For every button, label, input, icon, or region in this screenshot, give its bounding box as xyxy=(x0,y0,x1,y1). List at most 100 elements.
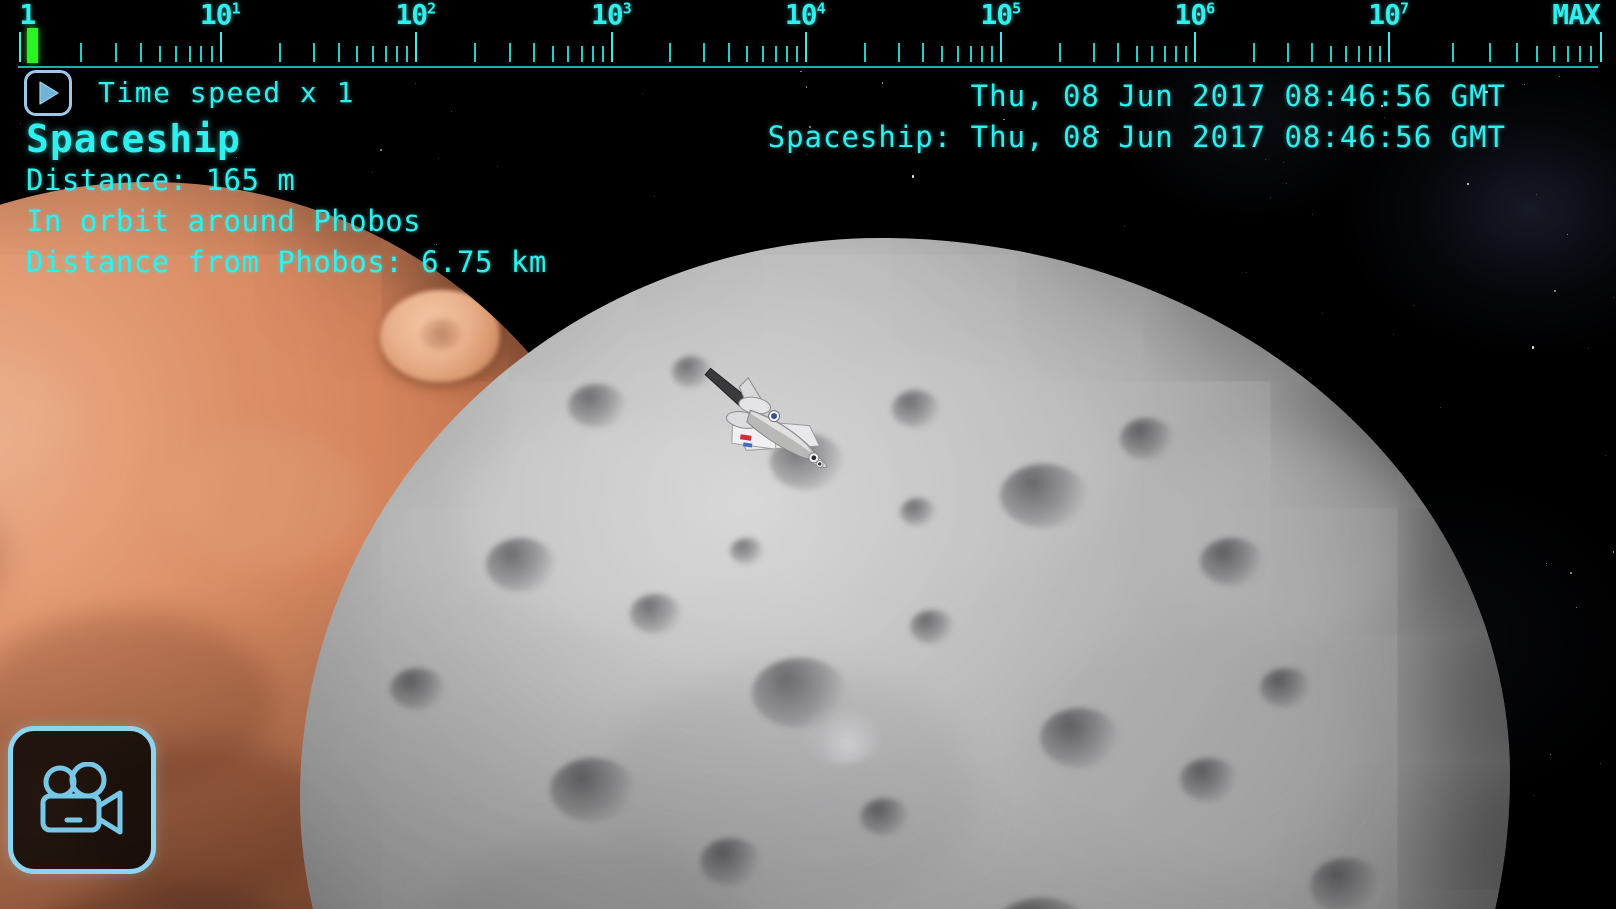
tick-minor xyxy=(1358,46,1361,62)
tick-minor xyxy=(79,43,82,62)
star xyxy=(1312,214,1314,216)
tick-minor xyxy=(727,43,730,62)
tick-minor xyxy=(533,43,536,62)
star xyxy=(1569,572,1572,574)
time-scale-ruler[interactable]: 1 101 102 103 104 105 106 107 MAX xyxy=(0,0,1616,68)
star xyxy=(1283,161,1285,163)
tick-minor xyxy=(159,46,162,62)
star xyxy=(1533,794,1535,796)
tick-minor xyxy=(1515,43,1518,62)
tick-minor xyxy=(1536,46,1539,62)
tick-minor xyxy=(1252,43,1255,62)
tick-minor xyxy=(580,46,583,62)
tick-major xyxy=(1000,32,1003,62)
simulator-viewport: 1 101 102 103 104 105 106 107 MAX Time speed x 1… xyxy=(0,0,1616,909)
shuttle-svg xyxy=(704,367,828,469)
tick-major xyxy=(1194,32,1197,62)
tick-minor xyxy=(591,46,594,62)
star xyxy=(641,93,643,95)
time-scale-label-7: 107 xyxy=(1368,0,1409,31)
star xyxy=(1600,763,1602,765)
tick-minor xyxy=(385,46,388,62)
time-scale-exponent-2: 2 xyxy=(427,0,436,18)
tick-minor xyxy=(474,43,477,62)
time-scale-exponent-3: 3 xyxy=(622,0,632,18)
star xyxy=(1124,225,1126,227)
object-orbit-line: In orbit around Phobos xyxy=(26,204,422,238)
tick-minor xyxy=(188,46,191,62)
tick-minor xyxy=(1552,46,1555,62)
tick-minor xyxy=(1567,46,1570,62)
time-readout-panel: Thu, 08 Jun 2017 08:46:56 GMT Spaceship:… xyxy=(768,76,1506,158)
tick-minor xyxy=(941,46,944,62)
tick-minor xyxy=(795,46,798,62)
tick-minor xyxy=(1185,46,1188,62)
tick-minor xyxy=(1379,46,1382,62)
star xyxy=(1567,234,1569,236)
tick-minor xyxy=(746,46,749,62)
play-icon xyxy=(39,81,59,105)
tick-minor xyxy=(1135,46,1138,62)
tick-minor xyxy=(669,43,672,62)
tick-minor xyxy=(567,46,570,62)
time-scale-exponent-6: 6 xyxy=(1206,0,1215,18)
tick-minor xyxy=(278,43,281,62)
tick-major xyxy=(1388,32,1391,62)
tick-minor xyxy=(1151,46,1154,62)
tick-minor xyxy=(1590,46,1593,62)
movie-camera-icon xyxy=(40,762,123,835)
tick-minor xyxy=(210,46,213,62)
time-scale-exponent-4: 4 xyxy=(816,0,826,18)
camera-view-button[interactable] xyxy=(8,726,156,874)
time-scale-label-8: MAX xyxy=(1552,0,1601,31)
tick-minor xyxy=(1164,46,1167,62)
tick-major xyxy=(219,32,222,62)
star xyxy=(1545,562,1547,564)
tick-minor xyxy=(956,46,959,62)
tick-major xyxy=(610,32,613,62)
tick-minor xyxy=(371,46,374,62)
star xyxy=(1575,607,1577,609)
tick-minor xyxy=(175,46,178,62)
time-scale-label-0: 1 xyxy=(19,0,36,31)
tick-minor xyxy=(785,46,788,62)
time-scale-label-3: 103 xyxy=(590,0,632,31)
star xyxy=(1467,182,1470,186)
time-scale-exponent-5: 5 xyxy=(1012,0,1021,18)
tick-minor xyxy=(1489,43,1492,62)
star xyxy=(1264,159,1266,161)
tick-minor xyxy=(1345,46,1348,62)
time-scale-label-2: 102 xyxy=(395,0,436,31)
tick-minor xyxy=(1092,43,1095,62)
play-pause-button[interactable] xyxy=(24,70,72,116)
object-distance-line: Distance: 165 m xyxy=(26,163,296,197)
spaceship-shuttle[interactable] xyxy=(676,358,848,478)
tick-minor xyxy=(1310,43,1313,62)
time-scale-exponent-1: 1 xyxy=(231,0,241,18)
tick-major xyxy=(19,32,22,62)
time-scale-label-5: 105 xyxy=(980,0,1021,31)
tick-minor xyxy=(396,46,399,62)
tick-minor xyxy=(1058,43,1061,62)
tick-minor xyxy=(114,43,117,62)
tick-minor xyxy=(313,43,316,62)
tick-minor xyxy=(991,46,994,62)
tick-minor xyxy=(898,43,901,62)
star xyxy=(912,175,915,178)
time-scale-label-4: 104 xyxy=(784,0,826,31)
star xyxy=(451,111,453,113)
tick-minor xyxy=(356,46,359,62)
star xyxy=(1613,296,1615,298)
moon-phobos[interactable] xyxy=(300,238,1510,909)
tick-minor xyxy=(970,46,972,62)
simulation-time: Thu, 08 Jun 2017 08:46:56 GMT xyxy=(970,79,1506,113)
star xyxy=(1285,183,1287,185)
star xyxy=(1270,197,1272,199)
time-speed-slider-thumb[interactable] xyxy=(27,28,39,63)
star xyxy=(1588,347,1590,349)
tick-minor xyxy=(774,46,777,62)
tick-minor xyxy=(508,43,511,62)
time-scale-label-1: 101 xyxy=(199,0,241,31)
time-scale-baseline xyxy=(18,66,1598,68)
object-body-distance-line: Distance from Phobos: 6.75 km xyxy=(26,245,547,279)
